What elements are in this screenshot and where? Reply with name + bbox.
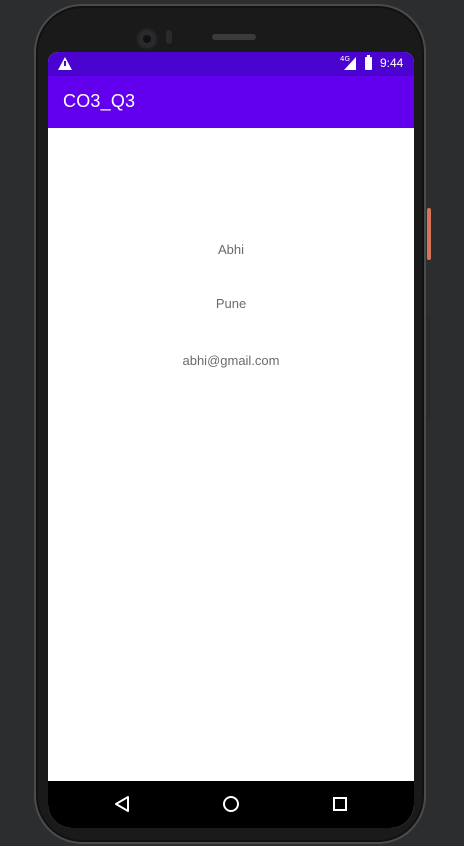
- app-title: CO3_Q3: [63, 91, 136, 111]
- volume-button[interactable]: [427, 316, 431, 420]
- warning-icon: [58, 57, 72, 70]
- signal-icon: [344, 57, 356, 70]
- navigation-bar: [48, 781, 414, 828]
- name-text: Abhi: [217, 242, 245, 257]
- back-icon[interactable]: [114, 796, 130, 812]
- power-button[interactable]: [427, 208, 431, 260]
- front-camera: [136, 28, 158, 50]
- proximity-sensor: [166, 30, 172, 44]
- battery-icon: [365, 55, 372, 70]
- emulator-frame: 4G 9:44 CO3_Q3 Abhi Pune abhi@gmail.com: [0, 0, 464, 846]
- home-icon[interactable]: [223, 796, 239, 812]
- app-bar: CO3_Q3: [48, 76, 414, 128]
- earpiece-speaker: [212, 34, 256, 40]
- city-text: Pune: [215, 296, 247, 311]
- status-bar: 4G 9:44: [48, 52, 414, 76]
- email-text: abhi@gmail.com: [182, 353, 280, 368]
- device-screen: 4G 9:44 CO3_Q3 Abhi Pune abhi@gmail.com: [48, 52, 414, 828]
- main-content: Abhi Pune abhi@gmail.com: [48, 128, 414, 781]
- status-clock: 9:44: [380, 56, 404, 70]
- recents-icon[interactable]: [333, 797, 347, 811]
